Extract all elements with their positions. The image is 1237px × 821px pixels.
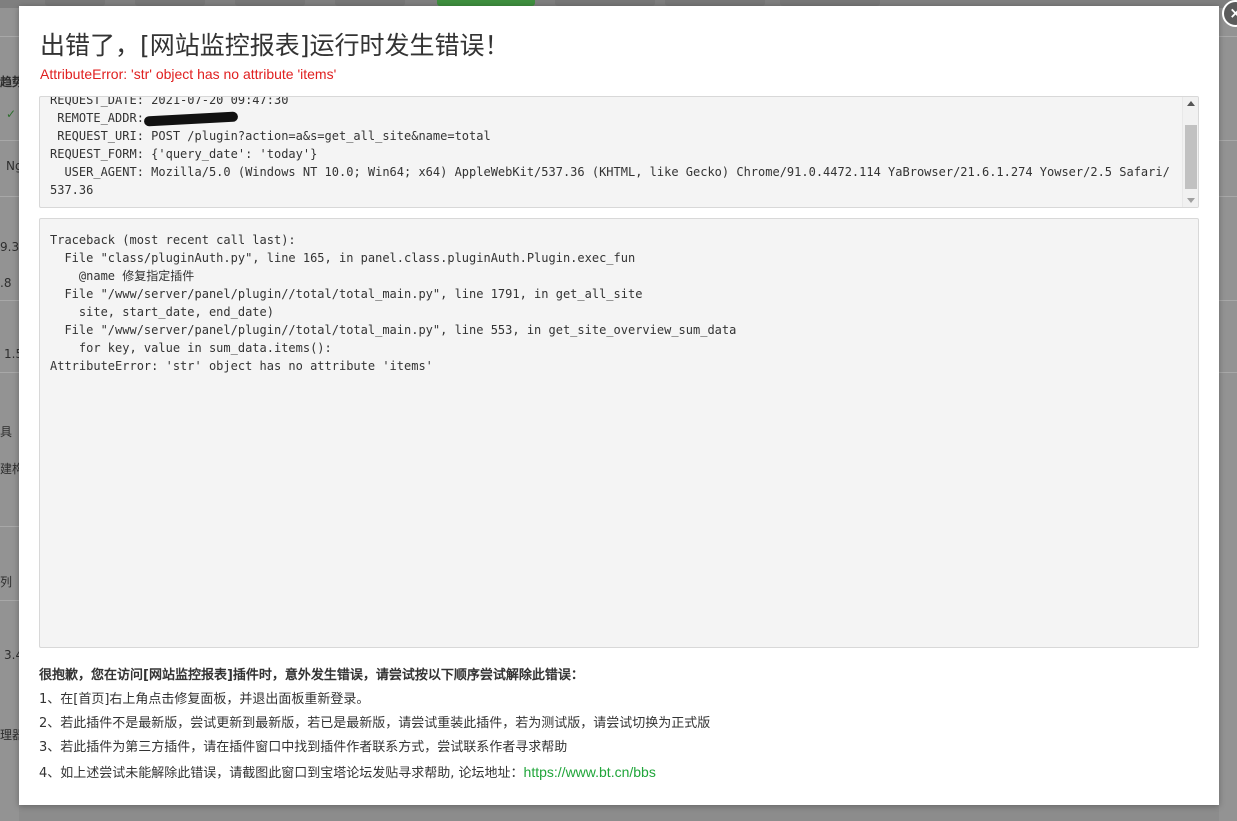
background-divider	[1219, 140, 1237, 141]
traceback-line: for key, value in sum_data.items():	[50, 341, 332, 355]
error-summary: AttributeError: 'str' object has no attr…	[40, 66, 337, 82]
background-divider	[0, 600, 19, 601]
background-divider	[1219, 36, 1237, 37]
background-divider	[0, 372, 19, 373]
help-item: 1、在[首页]右上角点击修复面板，并退出面板重新登录。	[39, 692, 370, 707]
help-item-forum: 4、如上述尝试未能解除此错误，请截图此窗口到宝塔论坛发贴寻求帮助, 论坛地址：h…	[39, 760, 710, 784]
redacted-scribble	[143, 111, 239, 126]
background-footer	[19, 805, 1219, 821]
scroll-up-icon[interactable]	[1187, 101, 1195, 106]
dialog-title: 出错了，[网站监控报表]运行时发生错误！	[40, 31, 510, 60]
background-divider	[0, 196, 19, 197]
request-scrollbar[interactable]	[1182, 97, 1198, 207]
background-divider	[1219, 372, 1237, 373]
request-info-content: REQUEST_DATE: 2021-07-20 09:47:30 REMOTE…	[50, 96, 1176, 199]
help-item-text: 4、如上述尝试未能解除此错误，请截图此窗口到宝塔论坛发贴寻求帮助, 论坛地址：	[39, 766, 524, 781]
error-dialog: × 出错了，[网站监控报表]运行时发生错误！ AttributeError: '…	[19, 0, 1237, 805]
scroll-thumb[interactable]	[1185, 125, 1197, 189]
request-uri-line: REQUEST_URI: POST /plugin?action=a&s=get…	[50, 129, 491, 143]
traceback-content: Traceback (most recent call last): File …	[50, 231, 1188, 375]
traceback-line: @name 修复指定插件	[50, 269, 195, 283]
background-divider	[1219, 196, 1237, 197]
traceback-line: site, start_date, end_date)	[50, 305, 274, 319]
help-section: 很抱歉，您在访问[网站监控报表]插件时，意外发生错误，请尝试按以下顺序尝试解除此…	[39, 664, 710, 784]
remote-addr-line: REMOTE_ADDR:	[50, 109, 1176, 127]
help-item: 3、若此插件为第三方插件，请在插件窗口中找到插件作者联系方式，尝试联系作者寻求帮…	[39, 740, 568, 755]
background-divider	[0, 526, 19, 527]
background-divider	[0, 36, 19, 37]
background-fragment: ✓	[6, 107, 17, 121]
background-divider	[1219, 300, 1237, 301]
background-right-panel	[1219, 8, 1237, 821]
traceback-line: Traceback (most recent call last):	[50, 233, 296, 247]
scroll-down-icon[interactable]	[1187, 198, 1195, 203]
traceback-line: File "class/pluginAuth.py", line 165, in…	[50, 251, 636, 265]
request-info-box[interactable]: REQUEST_DATE: 2021-07-20 09:47:30 REMOTE…	[39, 96, 1199, 208]
forum-link[interactable]: https://www.bt.cn/bbs	[524, 764, 656, 780]
background-divider	[0, 140, 19, 141]
background-divider	[0, 300, 19, 301]
remote-addr-label: REMOTE_ADDR:	[50, 111, 144, 125]
background-left-panel	[0, 8, 19, 821]
background-fragment: .8	[0, 276, 12, 290]
background-fragment: 列	[0, 575, 13, 589]
user-agent-line: USER_AGENT: Mozilla/5.0 (Windows NT 10.0…	[50, 165, 1170, 197]
help-item: 2、若此插件不是最新版，尝试更新到最新版，若已是最新版，请尝试重装此插件，若为测…	[39, 716, 711, 731]
traceback-line: File "/www/server/panel/plugin//total/to…	[50, 287, 643, 301]
request-form-line: REQUEST_FORM: {'query_date': 'today'}	[50, 147, 318, 161]
background-fragment: 9.3	[0, 240, 20, 254]
background-fragment: 具	[0, 425, 13, 439]
traceback-box[interactable]: Traceback (most recent call last): File …	[39, 218, 1199, 648]
help-title: 很抱歉，您在访问[网站监控报表]插件时，意外发生错误，请尝试按以下顺序尝试解除此…	[39, 668, 584, 683]
traceback-line: AttributeError: 'str' object has no attr…	[50, 359, 433, 373]
traceback-line: File "/www/server/panel/plugin//total/to…	[50, 323, 737, 337]
request-date-line: REQUEST_DATE: 2021-07-20 09:47:30	[50, 96, 289, 107]
